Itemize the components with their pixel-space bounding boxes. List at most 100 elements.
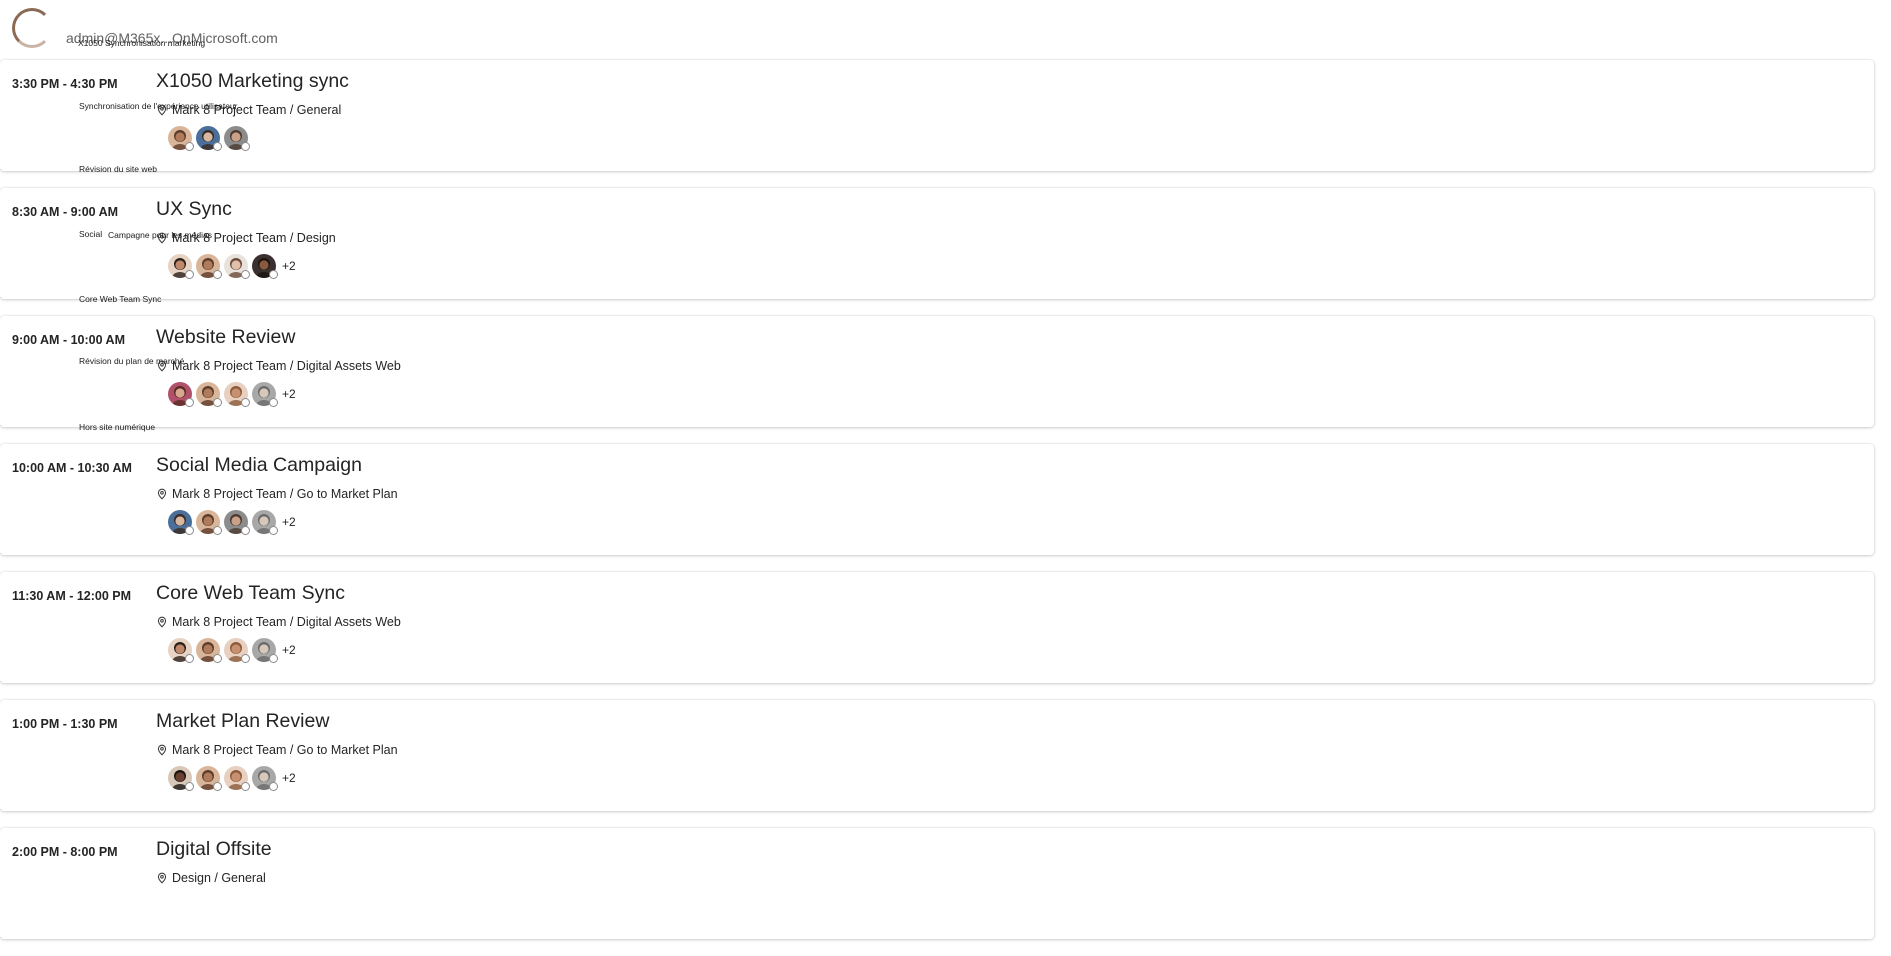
presence-status-icon — [185, 526, 194, 535]
presence-status-icon — [185, 142, 194, 151]
presence-status-icon — [269, 398, 278, 407]
event-title[interactable]: UX Sync — [156, 198, 232, 221]
presence-status-icon — [185, 398, 194, 407]
event-location: Mark 8 Project Team / Go to Market Plan — [156, 743, 398, 757]
event-location-text: Mark 8 Project Team / Digital Assets Web — [172, 359, 401, 373]
event-card[interactable]: 8:30 AM - 9:00 AM UX Sync Mark 8 Project T… — [0, 188, 1874, 299]
presence-status-icon — [269, 782, 278, 791]
presence-status-icon — [241, 526, 250, 535]
event-title[interactable]: X1050 Marketing sync — [156, 70, 349, 93]
attendee-avatar[interactable] — [252, 638, 278, 663]
attendee-avatar[interactable] — [168, 382, 194, 407]
attendee-avatar[interactable] — [196, 254, 222, 279]
event-card[interactable]: 3:30 PM - 4:30 PM X1050 Marketing sync Mar… — [0, 60, 1874, 171]
overlay-label: X1050 Synchronisation marketing — [78, 38, 206, 48]
presence-status-icon — [213, 142, 222, 151]
attendee-list: +2 — [168, 510, 296, 535]
presence-status-icon — [241, 654, 250, 663]
overlay-label: Révision du plan de marché — [79, 356, 185, 366]
attendee-avatar[interactable] — [252, 382, 278, 407]
attendee-avatar[interactable] — [252, 254, 278, 279]
attendee-avatar[interactable] — [196, 766, 222, 791]
event-time: 1:00 PM - 1:30 PM — [12, 717, 118, 731]
event-time: 3:30 PM - 4:30 PM — [12, 77, 118, 91]
attendee-avatar[interactable] — [196, 126, 222, 151]
attendee-avatar[interactable] — [168, 254, 194, 279]
event-card[interactable]: 1:00 PM - 1:30 PM Market Plan Review Mark … — [0, 700, 1874, 811]
presence-status-icon — [241, 270, 250, 279]
event-location: Design / General — [156, 871, 266, 885]
event-list: 3:30 PM - 4:30 PM X1050 Marketing sync Mar… — [0, 60, 1874, 956]
event-time: 10:00 AM - 10:30 AM — [12, 461, 132, 475]
event-time: 11:30 AM - 12:00 PM — [12, 589, 132, 603]
attendee-avatar[interactable] — [168, 510, 194, 535]
presence-status-icon — [269, 270, 278, 279]
attendee-avatar[interactable] — [224, 254, 250, 279]
event-location: Mark 8 Project Team / Digital Assets Web — [156, 615, 401, 629]
attendee-list — [168, 126, 252, 151]
presence-status-icon — [269, 654, 278, 663]
attendee-list: +2 — [168, 382, 296, 407]
attendee-overflow-count[interactable]: +2 — [282, 387, 296, 401]
attendee-avatar[interactable] — [252, 510, 278, 535]
event-title[interactable]: Website Review — [156, 326, 295, 349]
overlay-label: Hors site numérique — [79, 422, 156, 432]
presence-status-icon — [269, 526, 278, 535]
attendee-avatar[interactable] — [168, 638, 194, 663]
attendee-avatar[interactable] — [168, 766, 194, 791]
event-time: 9:00 AM - 10:00 AM — [12, 333, 125, 347]
attendee-overflow-count[interactable]: +2 — [282, 771, 296, 785]
presence-status-icon — [185, 654, 194, 663]
user-avatar[interactable] — [12, 8, 52, 48]
presence-status-icon — [213, 398, 222, 407]
event-card[interactable]: 9:00 AM - 10:00 AM Website Review Mark 8 P… — [0, 316, 1874, 427]
attendee-list: +2 — [168, 638, 296, 663]
presence-status-icon — [213, 654, 222, 663]
event-location: Mark 8 Project Team / Digital Assets Web — [156, 359, 401, 373]
presence-status-icon — [241, 398, 250, 407]
overlay-label: Révision du site web — [79, 164, 157, 174]
event-location-text: Design / General — [172, 871, 266, 885]
event-card[interactable]: 11:30 AM - 12:00 PM Core Web Team Sync Mar… — [0, 572, 1874, 683]
event-title[interactable]: Digital Offsite — [156, 838, 272, 861]
presence-status-icon — [185, 782, 194, 791]
event-card[interactable]: 2:00 PM - 8:00 PM Digital Offsite Design /… — [0, 828, 1874, 939]
presence-status-icon — [241, 782, 250, 791]
event-title[interactable]: Core Web Team Sync — [156, 582, 345, 605]
location-pin-icon — [156, 872, 168, 884]
location-pin-icon — [156, 744, 168, 756]
event-location-text: Mark 8 Project Team / Go to Market Plan — [172, 487, 398, 501]
event-location: Mark 8 Project Team / Go to Market Plan — [156, 487, 398, 501]
attendee-list: +2 — [168, 254, 296, 279]
attendee-avatar[interactable] — [224, 126, 250, 151]
attendee-avatar[interactable] — [168, 126, 194, 151]
presence-status-icon — [213, 782, 222, 791]
event-time: 8:30 AM - 9:00 AM — [12, 205, 119, 219]
attendee-avatar[interactable] — [224, 766, 250, 791]
presence-status-icon — [241, 142, 250, 151]
event-title[interactable]: Social Media Campaign — [156, 454, 362, 477]
event-card[interactable]: 10:00 AM - 10:30 AM Social Media Campaign… — [0, 444, 1874, 555]
attendee-avatar[interactable] — [196, 638, 222, 663]
overlay-label: Synchronisation de l'expérience utilisat… — [79, 101, 238, 111]
event-time: 2:00 PM - 8:00 PM — [12, 845, 118, 859]
attendee-avatar[interactable] — [224, 382, 250, 407]
overlay-label: Core Web Team Sync — [79, 294, 162, 304]
attendee-avatar[interactable] — [196, 510, 222, 535]
attendee-avatar[interactable] — [196, 382, 222, 407]
event-title[interactable]: Market Plan Review — [156, 710, 329, 733]
presence-status-icon — [185, 270, 194, 279]
attendee-list: +2 — [168, 766, 296, 791]
event-location-text: Mark 8 Project Team / Go to Market Plan — [172, 743, 398, 757]
presence-status-icon — [213, 526, 222, 535]
header: admin@M365x...OnMicrosoft.com — [0, 0, 1891, 56]
overlay-label: Social — [79, 229, 103, 239]
attendee-avatar[interactable] — [224, 510, 250, 535]
event-location-text: Mark 8 Project Team / Digital Assets Web — [172, 615, 401, 629]
attendee-overflow-count[interactable]: +2 — [282, 643, 296, 657]
attendee-avatar[interactable] — [224, 638, 250, 663]
location-pin-icon — [156, 488, 168, 500]
attendee-overflow-count[interactable]: +2 — [282, 515, 296, 529]
attendee-avatar[interactable] — [252, 766, 278, 791]
attendee-overflow-count[interactable]: +2 — [282, 259, 296, 273]
